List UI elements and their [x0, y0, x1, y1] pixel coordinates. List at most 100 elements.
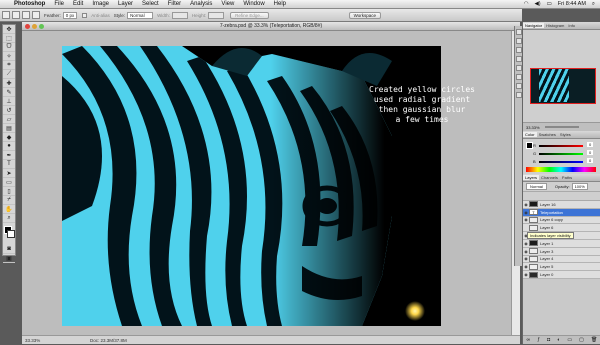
- blue-slider[interactable]: [539, 161, 583, 163]
- layer-row[interactable]: ◉ Layer 5: [523, 263, 600, 272]
- healing-brush-tool-icon[interactable]: ✚: [3, 79, 15, 88]
- tab-navigator[interactable]: Navigator: [523, 23, 545, 28]
- adjustment-layer-icon[interactable]: ◐: [557, 337, 560, 343]
- tab-info[interactable]: Info: [566, 23, 577, 28]
- subtract-selection-icon[interactable]: [32, 11, 40, 19]
- height-input[interactable]: [208, 11, 225, 19]
- eyedropper-tool-icon[interactable]: ⌿: [3, 196, 15, 205]
- app-menu[interactable]: Photoshop: [14, 1, 45, 7]
- new-selection-icon[interactable]: [12, 11, 20, 19]
- workspace-button[interactable]: Workspace: [348, 11, 382, 19]
- menu-image[interactable]: Image: [92, 1, 109, 7]
- volume-icon[interactable]: ◀): [535, 1, 541, 7]
- width-input[interactable]: [171, 11, 188, 19]
- layer-row[interactable]: ◉ Layer 0: [523, 271, 600, 279]
- type-tool-icon[interactable]: T: [3, 160, 15, 169]
- new-group-icon[interactable]: ▭: [567, 337, 572, 343]
- menu-edit[interactable]: Edit: [73, 1, 83, 7]
- opacity-input[interactable]: 100%: [571, 183, 588, 190]
- clone-stamp-tool-icon[interactable]: ⊥: [3, 97, 15, 106]
- menu-analysis[interactable]: Analysis: [190, 1, 212, 7]
- red-slider[interactable]: [539, 145, 583, 147]
- spotlight-icon[interactable]: ⌕: [592, 1, 595, 8]
- hand-tool-icon[interactable]: ✋: [3, 205, 15, 214]
- menu-filter[interactable]: Filter: [168, 1, 181, 7]
- menu-select[interactable]: Select: [142, 1, 159, 7]
- annotation-line: a few times: [395, 115, 449, 124]
- navigator-zoom-value[interactable]: 33.33%: [526, 125, 540, 130]
- add-selection-icon[interactable]: [22, 11, 30, 19]
- color-channel-label-b: B: [533, 159, 536, 164]
- red-value[interactable]: 0: [587, 142, 594, 147]
- navigator-zoom-slider[interactable]: [544, 126, 579, 128]
- antialias-checkbox[interactable]: [82, 12, 88, 18]
- tab-channels[interactable]: Channels: [539, 175, 560, 180]
- layer-thumbnail: [529, 216, 538, 223]
- wifi-icon[interactable]: ◠: [524, 1, 529, 7]
- battery-icon[interactable]: ▭: [547, 1, 552, 7]
- marquee-tool-icon[interactable]: [2, 11, 10, 19]
- tab-styles[interactable]: Styles: [558, 132, 573, 137]
- tab-paths[interactable]: Paths: [560, 175, 574, 180]
- delete-layer-icon[interactable]: 🗑: [591, 337, 597, 343]
- layer-name: Layer 6: [540, 225, 554, 231]
- green-slider[interactable]: [539, 153, 583, 155]
- green-value[interactable]: 0: [587, 150, 594, 155]
- layer-row[interactable]: ◉ Layer 4: [523, 255, 600, 264]
- menu-help[interactable]: Help: [274, 1, 286, 7]
- crop-tool-icon[interactable]: ⌗: [3, 61, 15, 70]
- tab-histogram[interactable]: Histogram: [544, 23, 566, 28]
- antialias-label: Anti-alias: [91, 12, 110, 18]
- layer-row[interactable]: ◉ Layer 6 copy: [523, 216, 600, 225]
- new-layer-icon[interactable]: ▢: [579, 337, 584, 343]
- gradient-tool-icon[interactable]: ▤: [3, 124, 15, 133]
- zoom-window-button[interactable]: [39, 24, 44, 29]
- brush-tool-icon[interactable]: ✎: [3, 88, 15, 97]
- tab-layers[interactable]: Layers: [523, 175, 540, 180]
- blue-value[interactable]: 0: [587, 158, 594, 163]
- move-tool-icon[interactable]: ✥: [3, 25, 15, 34]
- mac-menubar: Photoshop File Edit Image Layer Select F…: [0, 0, 600, 9]
- menu-view[interactable]: View: [221, 1, 234, 7]
- layer-mask-icon[interactable]: ◘: [547, 337, 550, 343]
- eraser-tool-icon[interactable]: ▱: [3, 115, 15, 124]
- blend-mode-select[interactable]: Normal: [526, 183, 547, 190]
- dodge-tool-icon[interactable]: ●: [3, 142, 15, 151]
- feather-input[interactable]: 0 px: [62, 11, 78, 19]
- menu-layer[interactable]: Layer: [118, 1, 133, 7]
- shape-tool-icon[interactable]: ▭: [3, 178, 15, 187]
- zoom-tool-icon[interactable]: ⌕: [3, 214, 15, 223]
- layer-row[interactable]: ◉ Layer 3: [523, 247, 600, 256]
- layer-row[interactable]: ◉ Layer 16: [523, 201, 600, 209]
- slice-tool-icon[interactable]: ⟋: [3, 70, 15, 79]
- notes-tool-icon[interactable]: ▯: [3, 187, 15, 196]
- link-layers-icon[interactable]: ∞: [527, 337, 531, 343]
- path-selection-tool-icon[interactable]: ➤: [3, 169, 15, 178]
- refine-edge-button[interactable]: Refine Edge...: [230, 11, 269, 19]
- lasso-tool-icon[interactable]: ᗜ: [3, 43, 15, 52]
- color-panel-foreground-swatch[interactable]: [526, 142, 533, 149]
- tab-swatches[interactable]: Swatches: [537, 132, 558, 137]
- layer-row-selected[interactable]: ◉ T Teleportation: [523, 208, 600, 217]
- screen-mode-icon[interactable]: ▣: [3, 254, 15, 263]
- tab-color[interactable]: Color: [523, 132, 537, 137]
- background-color-swatch[interactable]: [7, 230, 15, 238]
- history-brush-tool-icon[interactable]: ↺: [3, 106, 15, 115]
- quick-mask-icon[interactable]: ◙: [3, 245, 15, 254]
- navigator-thumbnail[interactable]: [530, 68, 596, 104]
- menu-file[interactable]: File: [54, 1, 64, 7]
- clock[interactable]: Fri 8:44 AM: [558, 1, 586, 7]
- layer-row[interactable]: ◉ Layer 1: [523, 239, 600, 248]
- menu-window[interactable]: Window: [243, 1, 264, 7]
- blur-tool-icon[interactable]: ◆: [3, 133, 15, 142]
- layer-style-icon[interactable]: ƒ: [537, 337, 540, 343]
- style-select[interactable]: Normal: [127, 11, 154, 19]
- document-title-bar[interactable]: 7-zebra.psd @ 33.3% (Teleportation, RGB/…: [22, 22, 520, 31]
- pen-tool-icon[interactable]: ✒: [3, 151, 15, 160]
- minimize-window-button[interactable]: [32, 24, 37, 29]
- magic-wand-tool-icon[interactable]: ✧: [3, 52, 15, 61]
- marquee-tool-icon[interactable]: ⬚: [3, 34, 15, 43]
- layer-name: Layer 5: [540, 264, 554, 270]
- close-window-button[interactable]: [25, 24, 30, 29]
- color-spectrum-bar[interactable]: [526, 167, 596, 172]
